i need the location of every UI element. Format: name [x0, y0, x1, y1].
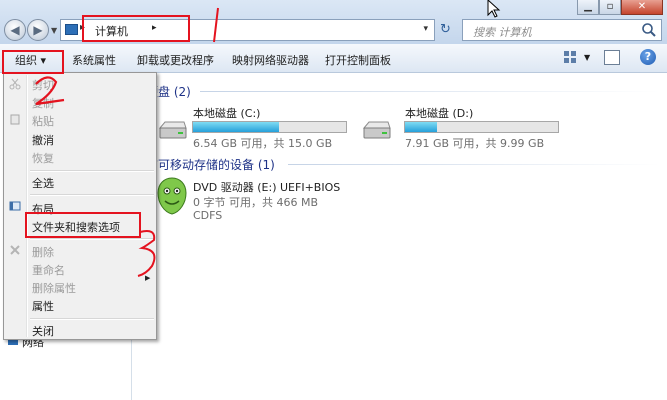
hard-drive-d-icon[interactable] [361, 120, 391, 142]
minimize-button[interactable]: ▁ [577, 0, 599, 15]
help-icon[interactable]: ? [640, 49, 656, 65]
dvd-drive-name[interactable]: DVD 驱动器 (E:) UEFI+BIOS [193, 179, 340, 195]
forward-button[interactable]: ▶ [27, 19, 49, 41]
refresh-icon: ↻ [440, 22, 451, 37]
open-control-panel-button[interactable]: 打开控制面板 [325, 52, 391, 68]
view-icon[interactable] [563, 50, 577, 64]
annotation-label-2: 2 [30, 71, 31, 73]
annotation-box-folder-options [25, 212, 141, 238]
preview-pane-icon[interactable] [604, 50, 620, 65]
menu-item-paste[interactable]: 粘贴 [32, 113, 54, 129]
menu-gutter [26, 75, 28, 337]
removable-storage-heading[interactable]: 有可移动存储的设备 (1) [146, 156, 275, 173]
uninstall-program-button[interactable]: 卸载或更改程序 [137, 52, 214, 68]
maximize-button[interactable]: ▫ [599, 0, 621, 15]
menu-item-redo[interactable]: 恢复 [32, 150, 54, 166]
drive-d-name[interactable]: 本地磁盘 (D:) [405, 105, 473, 121]
menu-separator [30, 194, 154, 196]
close-button[interactable]: ✕ [621, 0, 663, 15]
map-network-drive-button[interactable]: 映射网络驱动器 [232, 52, 309, 68]
arrow-left-icon: ◀ [10, 23, 20, 37]
annotation-label-3: 3 [134, 225, 135, 227]
dvd-drive-free-space: 0 字节 可用，共 466 MB [193, 196, 319, 209]
section-divider [200, 91, 660, 92]
annotation-number-2: 2 [30, 71, 65, 106]
menu-item-undo[interactable]: 撤消 [32, 132, 54, 148]
scissors-icon [9, 78, 21, 90]
menu-item-rename[interactable]: 重命名 [32, 262, 65, 278]
layout-icon [9, 201, 21, 211]
menu-item-delete[interactable]: 删除 [32, 244, 54, 260]
delete-icon [10, 245, 20, 255]
search-box[interactable]: 搜索 计算机 [462, 19, 662, 41]
computer-icon [65, 24, 78, 35]
menu-separator [30, 170, 154, 172]
drive-c-free-space: 6.54 GB 可用，共 15.0 GB [193, 137, 333, 150]
window-controls: ▁ ▫ ✕ [577, 0, 663, 18]
refresh-button[interactable]: ↻ [440, 22, 451, 37]
arrow-right-icon: ▶ [33, 23, 43, 37]
mouse-cursor-icon [487, 0, 501, 18]
address-dropdown[interactable]: ▾ [423, 24, 428, 34]
search-icon[interactable] [641, 22, 657, 38]
drive-d-usage-bar [404, 121, 559, 133]
drive-c-usage-bar [192, 121, 347, 133]
organize-menu: 剪切 复制 粘贴 撤消 恢复 全选 布局 ▶ 文件夹和搜索选项 删除 重命名 删… [3, 72, 157, 340]
hard-drive-c-icon[interactable] [157, 120, 187, 142]
paste-icon [10, 114, 20, 125]
recent-pages-dropdown[interactable]: ▼ [51, 26, 57, 35]
menu-item-select-all[interactable]: 全选 [32, 175, 54, 191]
menu-item-remove-properties[interactable]: 删除属性 [32, 280, 76, 296]
drive-d-usage-fill [405, 122, 437, 132]
dvd-drive-icon[interactable] [156, 176, 188, 216]
dvd-drive-filesystem: CDFS [193, 209, 223, 222]
menu-item-close[interactable]: 关闭 [32, 323, 54, 339]
menu-separator [30, 318, 154, 320]
system-properties-button[interactable]: 系统属性 [72, 52, 116, 68]
annotation-label-1: 1 [198, 5, 199, 7]
command-bar: 组织 ▾ 系统属性 卸载或更改程序 映射网络驱动器 打开控制面板 ▼ ? [0, 44, 667, 73]
drive-c-name[interactable]: 本地磁盘 (C:) [193, 105, 260, 121]
drive-c-usage-fill [193, 122, 280, 132]
annotation-number-3: 3 [134, 225, 156, 277]
back-button[interactable]: ◀ [4, 19, 26, 41]
drive-d-free-space: 7.91 GB 可用，共 9.99 GB [405, 137, 545, 150]
annotation-box-organize [2, 50, 64, 74]
view-dropdown-icon[interactable]: ▼ [584, 53, 590, 62]
annotation-number-1: 1 [198, 5, 219, 43]
section-divider [288, 164, 660, 165]
menu-item-properties[interactable]: 属性 [32, 298, 54, 314]
annotation-box-address [82, 15, 190, 42]
search-placeholder: 搜索 计算机 [473, 26, 532, 39]
